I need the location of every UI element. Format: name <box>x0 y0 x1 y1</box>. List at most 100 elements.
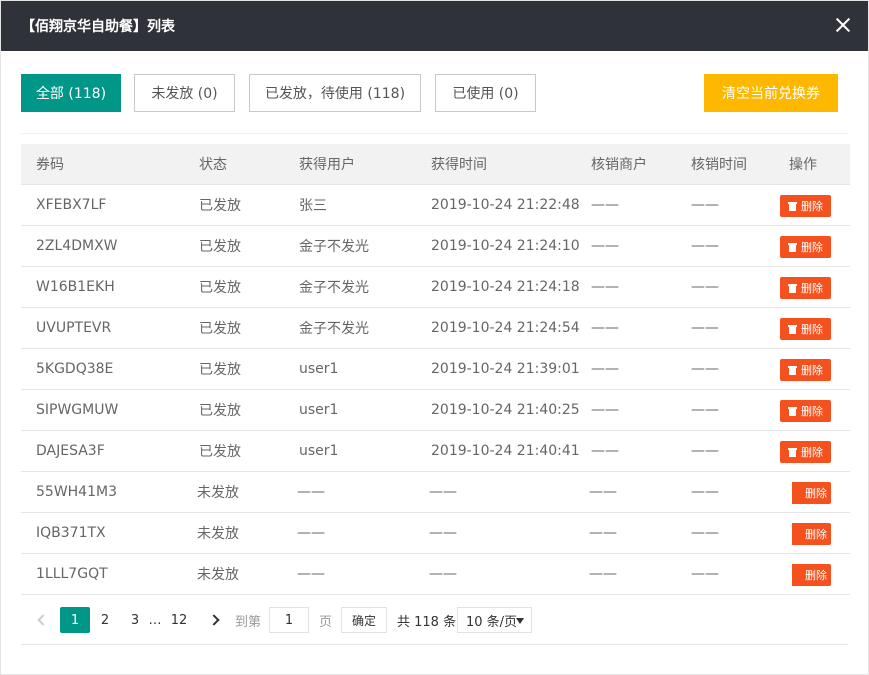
cell-used-time: —— <box>691 566 719 582</box>
cell-code: IQB371TX <box>36 525 106 541</box>
table-row: UVUPTEVR 已发放 金子不发光 2019-10-24 21:24:54 —— —— 删… <box>21 308 850 349</box>
cell-shop: —— <box>589 525 617 541</box>
cell-shop: —— <box>591 361 619 377</box>
delete-button[interactable]: 删除 <box>780 441 831 463</box>
tab-used[interactable]: 已使用 (0) <box>435 74 536 112</box>
cell-time: 2019-10-24 21:22:48 <box>431 197 580 213</box>
page-2-button[interactable]: 2 <box>90 607 120 633</box>
table-row: SIPWGMUW 已发放 user1 2019-10-24 21:40:25 —— —— 删… <box>21 390 850 431</box>
table-row: 1LLL7GQT 未发放 —— —— —— —— 删除 <box>21 554 850 595</box>
clear-coupons-button[interactable]: 清空当前兑换券 <box>704 74 838 112</box>
cell-status: 未发放 <box>197 485 239 501</box>
goto-page-input[interactable] <box>269 607 309 633</box>
delete-label: 删除 <box>801 241 823 254</box>
page-12-button[interactable]: 12 <box>164 607 194 633</box>
delete-button[interactable]: 删除 <box>780 318 831 340</box>
trash-icon <box>788 201 797 211</box>
cell-status: 已发放 <box>199 444 241 460</box>
cell-shop: —— <box>591 197 619 213</box>
coupon-table: 券码 状态 获得用户 获得时间 核销商户 核销时间 操作 XFEBX7LF 已发放… <box>21 144 850 595</box>
page-unit-label: 页 <box>319 614 333 630</box>
goto-label: 到第 <box>235 614 262 630</box>
table-row: XFEBX7LF 已发放 张三 2019-10-24 21:22:48 —— —— 删除 <box>21 185 850 226</box>
tab-unissued[interactable]: 未发放 (0) <box>134 74 235 112</box>
tab-issued-unused[interactable]: 已发放，待使用 (118) <box>249 74 421 112</box>
trash-icon <box>788 242 797 252</box>
cell-used-time: —— <box>691 238 719 254</box>
cell-code: SIPWGMUW <box>36 402 119 418</box>
cell-used-time: —— <box>691 443 719 459</box>
delete-button[interactable]: 删除 <box>780 400 831 422</box>
cell-shop: —— <box>591 238 619 254</box>
goto-confirm-button[interactable]: 确定 <box>341 607 387 633</box>
delete-button[interactable]: 删除 <box>780 195 831 217</box>
delete-button[interactable]: 删除 <box>780 236 831 258</box>
coupon-list-dialog: 【佰翔京华自助餐】列表 全部 (118) 未发放 (0) 已发放，待使用 (11… <box>0 0 869 675</box>
cell-user: user1 <box>299 443 339 459</box>
header-time: 获得时间 <box>431 157 487 173</box>
cell-time: —— <box>429 525 457 541</box>
delete-button[interactable]: 删除 <box>792 482 831 504</box>
cell-user: —— <box>297 525 325 541</box>
cell-shop: —— <box>591 279 619 295</box>
cell-used-time: —— <box>691 484 719 500</box>
table-row: W16B1EKH 已发放 金子不发光 2019-10-24 21:24:18 —— —— 删… <box>21 267 850 308</box>
cell-code: 2ZL4DMXW <box>36 238 118 254</box>
chevron-left-icon <box>36 614 49 626</box>
delete-button[interactable]: 删除 <box>780 277 831 299</box>
cell-status: 已发放 <box>199 321 241 337</box>
cell-user: user1 <box>299 402 339 418</box>
table-header: 券码 状态 获得用户 获得时间 核销商户 核销时间 操作 <box>21 144 850 185</box>
header-code: 券码 <box>36 157 64 173</box>
cell-shop: —— <box>591 443 619 459</box>
trash-icon <box>788 324 797 334</box>
filter-toolbar: 全部 (118) 未发放 (0) 已发放，待使用 (118) 已使用 (0) 清… <box>21 74 838 112</box>
cell-code: UVUPTEVR <box>36 320 112 336</box>
cell-status: 未发放 <box>197 567 239 583</box>
cell-used-time: —— <box>691 320 719 336</box>
delete-button[interactable]: 删除 <box>780 359 831 381</box>
page-size-value: 10 条/页 <box>466 614 518 630</box>
page-1-button[interactable]: 1 <box>60 607 90 633</box>
cell-code: XFEBX7LF <box>36 197 107 213</box>
header-used-time: 核销时间 <box>691 157 747 173</box>
cell-status: 已发放 <box>199 403 241 419</box>
cell-used-time: —— <box>691 402 719 418</box>
cell-time: 2019-10-24 21:24:18 <box>431 279 580 295</box>
header-operation: 操作 <box>789 157 817 173</box>
delete-label: 删除 <box>805 528 827 541</box>
caret-down-icon <box>516 618 524 624</box>
next-page-button[interactable] <box>207 607 223 633</box>
header-shop: 核销商户 <box>591 157 647 173</box>
prev-page-button[interactable] <box>33 607 49 633</box>
chevron-right-icon <box>207 614 220 626</box>
delete-label: 删除 <box>805 487 827 500</box>
cell-shop: —— <box>591 320 619 336</box>
cell-status: 未发放 <box>197 526 239 542</box>
tab-all[interactable]: 全部 (118) <box>21 74 121 112</box>
cell-code: DAJESA3F <box>36 443 105 459</box>
close-icon[interactable] <box>834 16 852 34</box>
cell-code: 55WH41M3 <box>36 484 117 500</box>
pagination: 1 2 3 … 12 到第 页 确定 共 118 条 10 条/页 <box>21 607 848 635</box>
page-ellipsis: … <box>148 612 162 628</box>
delete-label: 删除 <box>801 282 823 295</box>
cell-code: W16B1EKH <box>36 279 115 295</box>
header-user: 获得用户 <box>299 157 355 173</box>
table-row: 55WH41M3 未发放 —— —— —— —— 删除 <box>21 472 850 513</box>
table-row: IQB371TX 未发放 —— —— —— —— 删除 <box>21 513 850 554</box>
table-row: 2ZL4DMXW 已发放 金子不发光 2019-10-24 21:24:10 —— —— 删… <box>21 226 850 267</box>
cell-time: 2019-10-24 21:40:41 <box>431 443 580 459</box>
cell-user: —— <box>297 566 325 582</box>
toolbar-divider <box>21 133 848 134</box>
cell-status: 已发放 <box>199 239 241 255</box>
cell-user: 金子不发光 <box>299 321 369 337</box>
header-status: 状态 <box>199 157 227 173</box>
delete-label: 删除 <box>801 323 823 336</box>
cell-user: 张三 <box>299 198 327 214</box>
delete-button[interactable]: 删除 <box>792 564 831 586</box>
delete-button[interactable]: 删除 <box>792 523 831 545</box>
page-3-button[interactable]: 3 <box>120 607 150 633</box>
cell-user: user1 <box>299 361 339 377</box>
page-size-select[interactable]: 10 条/页 <box>457 607 532 633</box>
